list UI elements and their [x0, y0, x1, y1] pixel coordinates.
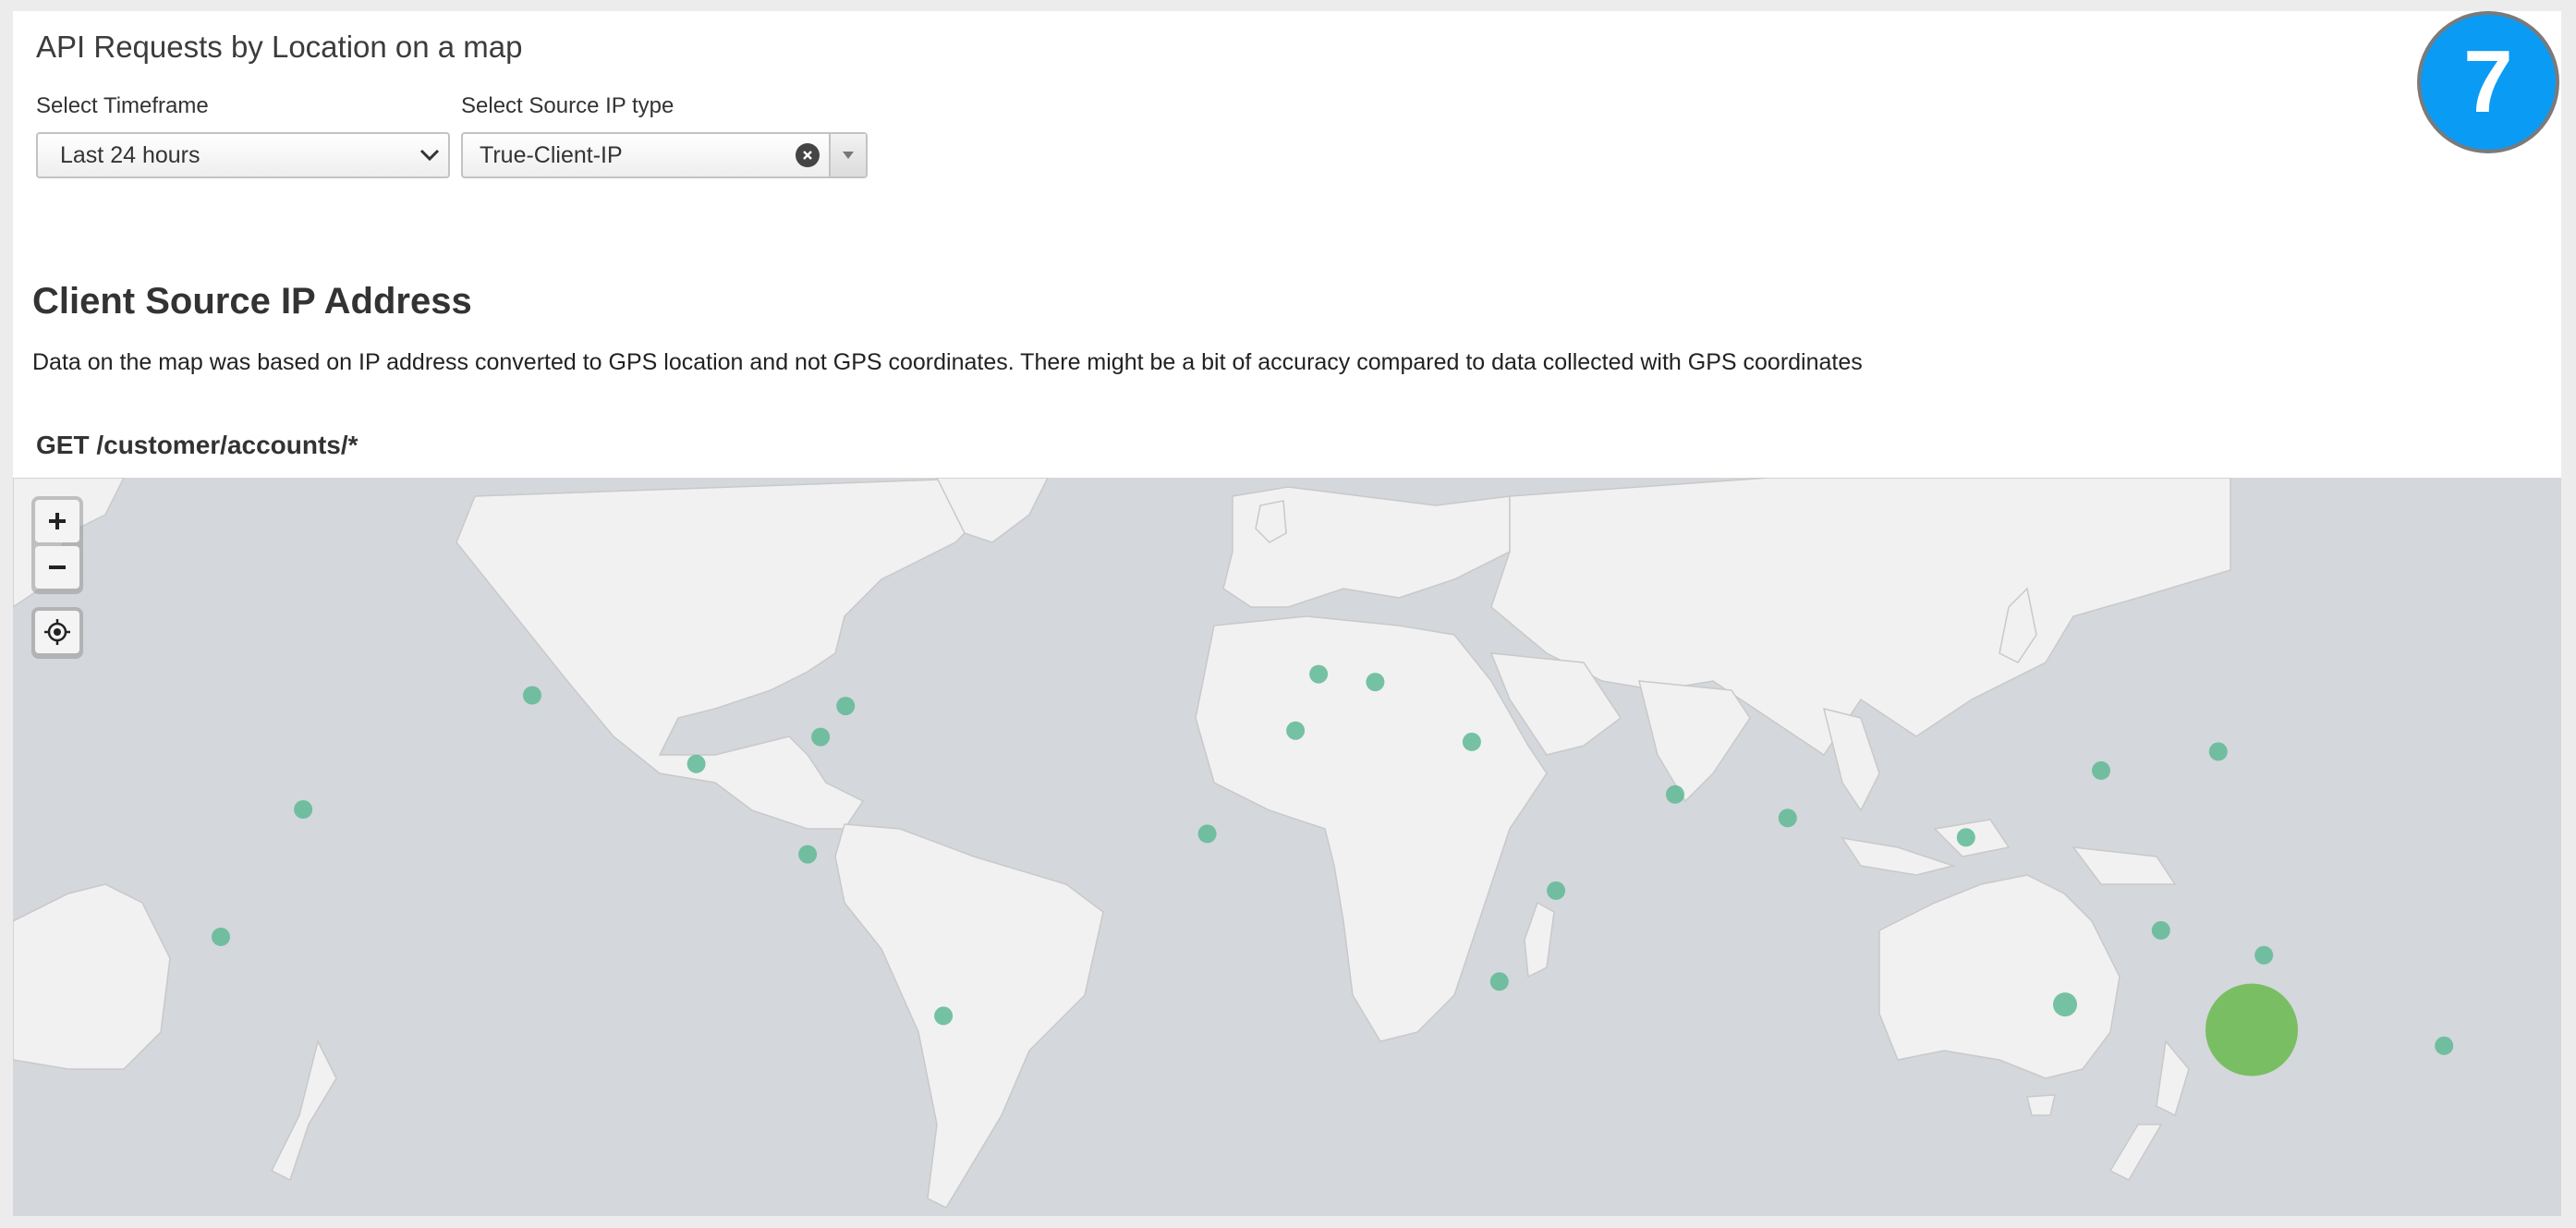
map-marker-0[interactable]	[523, 686, 541, 705]
map-marker-12[interactable]	[1197, 824, 1217, 844]
map-marker-8[interactable]	[1309, 664, 1329, 684]
timeframe-select[interactable]: Last 24 hours	[36, 132, 450, 178]
map-marker-16[interactable]	[1489, 972, 1509, 991]
section-title: Client Source IP Address	[32, 281, 472, 322]
map-marker-14[interactable]	[1778, 809, 1797, 828]
step-number-badge: 7	[2421, 15, 2556, 150]
caret-down-icon	[843, 152, 854, 159]
world-map[interactable]	[13, 478, 2561, 1216]
map-marker-23[interactable]	[2205, 983, 2298, 1076]
locate-icon[interactable]	[35, 611, 79, 653]
map-marker-20[interactable]	[2151, 920, 2170, 940]
map-marker-9[interactable]	[1366, 673, 1385, 692]
map-marker-19[interactable]	[1956, 828, 1975, 847]
dropdown-toggle[interactable]	[829, 134, 866, 176]
map-marker-18[interactable]	[2208, 742, 2228, 761]
map-marker-11[interactable]	[1462, 732, 1481, 751]
map-marker-13[interactable]	[1666, 784, 1684, 804]
zoom-out-icon[interactable]	[35, 546, 79, 589]
source-ip-select[interactable]: True-Client-IP	[461, 132, 868, 178]
dashboard-panel: API Requests by Location on a map 7 Sele…	[13, 11, 2561, 1216]
map-marker-17[interactable]	[2092, 760, 2110, 780]
map-marker-5[interactable]	[798, 845, 818, 864]
map-marker-2[interactable]	[811, 727, 831, 747]
dashboard-title: API Requests by Location on a map	[36, 30, 523, 64]
source-ip-label: Select Source IP type	[461, 93, 674, 118]
map-marker-7[interactable]	[934, 1006, 954, 1026]
map-marker-3[interactable]	[687, 754, 706, 773]
map-marker-4[interactable]	[294, 800, 313, 819]
section-description: Data on the map was based on IP address …	[32, 349, 1863, 375]
timeframe-value: Last 24 hours	[60, 141, 200, 168]
map-marker-6[interactable]	[212, 927, 230, 946]
timeframe-label: Select Timeframe	[36, 93, 209, 118]
locate-control	[31, 607, 83, 659]
map-panel-title: GET /customer/accounts/*	[36, 431, 358, 459]
zoom-in-icon[interactable]	[35, 500, 79, 542]
markers-layer	[212, 664, 2454, 1076]
map-marker-15[interactable]	[1547, 881, 1566, 900]
map-marker-10[interactable]	[1286, 721, 1306, 740]
map-marker-21[interactable]	[2254, 945, 2274, 965]
chevron-down-icon	[411, 137, 448, 174]
map-marker-1[interactable]	[836, 697, 856, 716]
zoom-controls	[31, 496, 83, 594]
source-ip-value: True-Client-IP	[480, 141, 623, 168]
clear-icon[interactable]	[796, 143, 820, 167]
map-marker-22[interactable]	[2053, 992, 2077, 1017]
map-marker-24[interactable]	[2435, 1036, 2454, 1055]
